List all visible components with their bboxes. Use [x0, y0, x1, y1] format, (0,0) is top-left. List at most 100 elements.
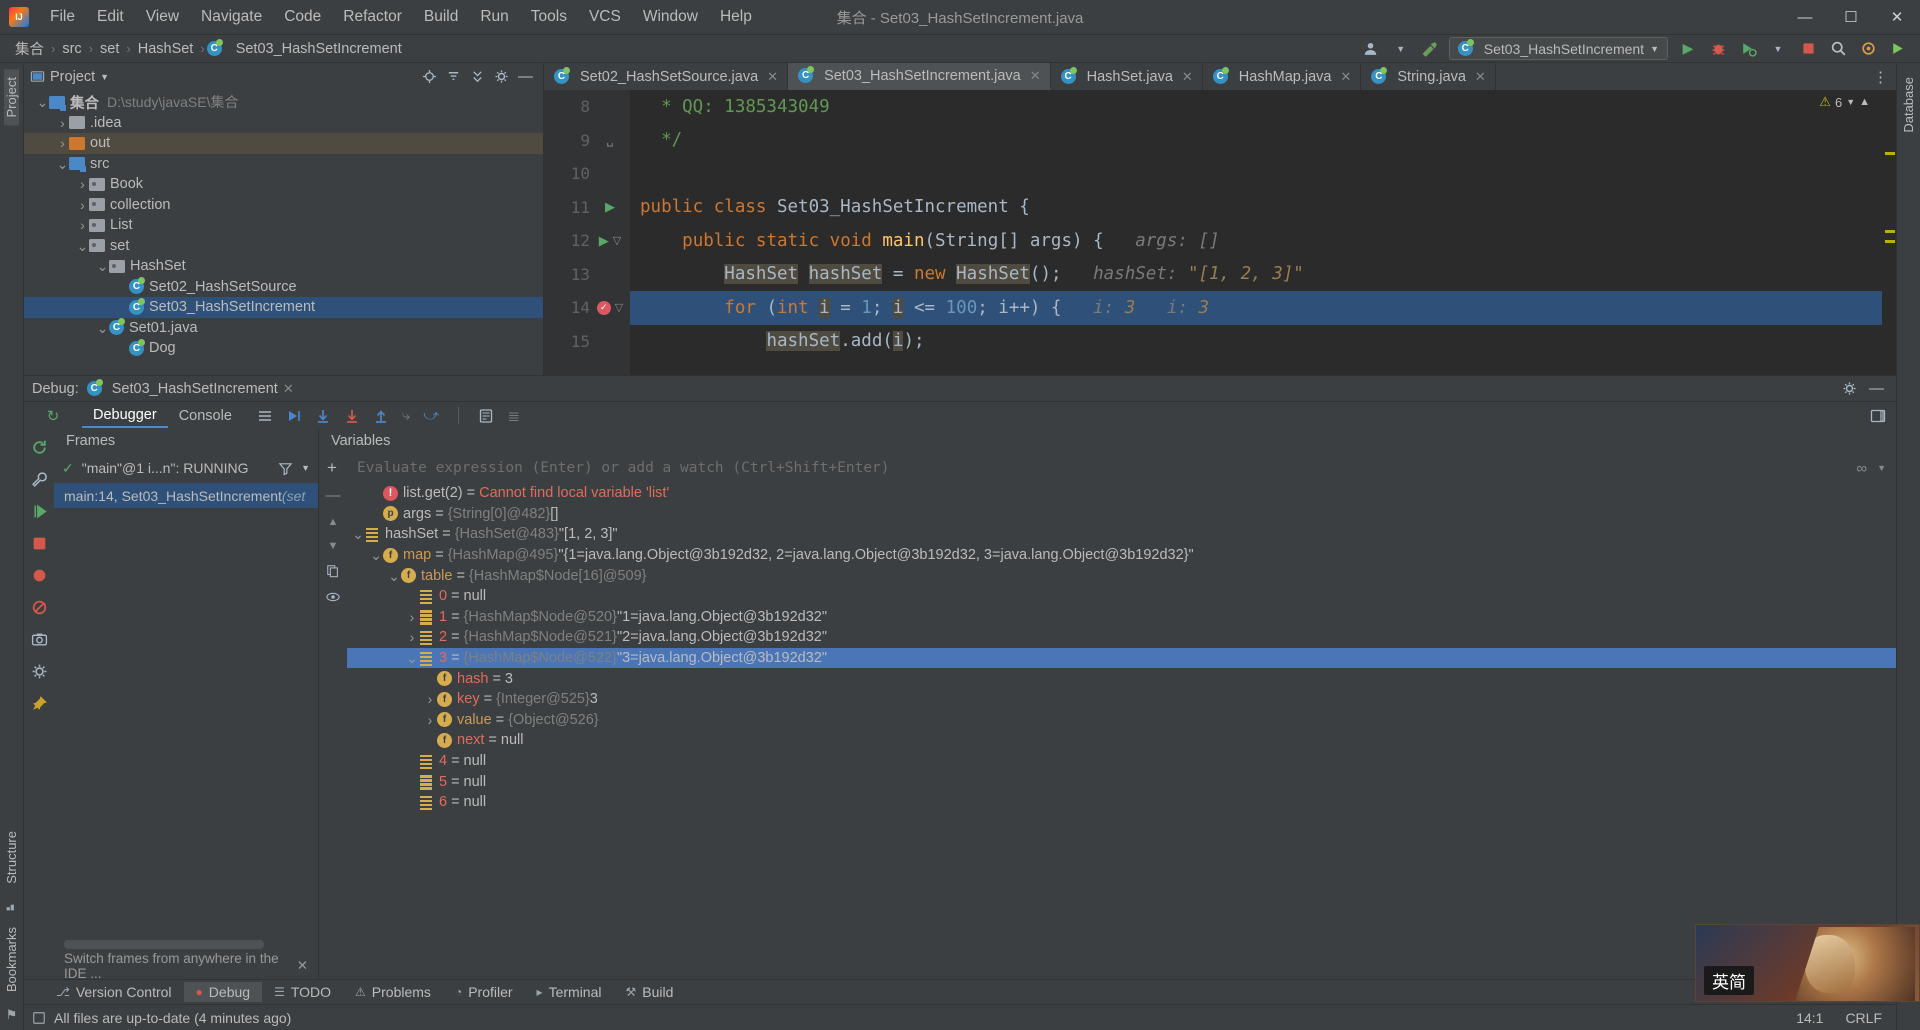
tool-window-tab-terminal[interactable]: ▸ Terminal [525, 982, 614, 1002]
editor-gutter[interactable]: 89␣1011▶12▶▽1314▽15 [544, 90, 630, 375]
fold-open-icon[interactable]: ▽ [613, 234, 621, 247]
tree-node-collection[interactable]: › collection [24, 195, 543, 216]
variable-row[interactable]: › value={Object@526} [347, 710, 1896, 731]
chevron-right-icon[interactable]: › [405, 629, 419, 645]
editor-tabs-menu[interactable]: ⋮ [1865, 63, 1896, 90]
variable-row[interactable]: next=null [347, 730, 1896, 751]
variable-row[interactable]: hash=3 [347, 668, 1896, 689]
gear-icon[interactable] [1842, 381, 1857, 396]
caret-position[interactable]: 14:1 [1796, 1010, 1823, 1026]
variable-row[interactable]: › 2 = {HashMap$Node@521} "2=java.lang.Objec… [347, 627, 1896, 648]
tree-node-set03-hashsetincrement[interactable]: Set03_HashSetIncrement [24, 297, 543, 318]
mute-breakpoints-icon[interactable] [31, 599, 48, 616]
chevron-down-icon[interactable]: ▼ [1877, 463, 1886, 473]
close-icon[interactable]: ✕ [1874, 0, 1920, 34]
sidebar-item-project[interactable]: Project [4, 69, 19, 126]
code-line-11[interactable]: public class Set03_HashSetIncrement { [630, 191, 1882, 225]
editor-tab-1[interactable]: Set03_HashSetIncrement.java ✕ [788, 63, 1051, 90]
fold-end-icon[interactable]: ␣ [607, 134, 614, 147]
menu-item-window[interactable]: Window [632, 4, 709, 30]
gutter-line-8[interactable]: 8 [544, 90, 630, 124]
gutter-icons[interactable]: ▶ [590, 199, 630, 215]
tree-node-book[interactable]: › Book [24, 174, 543, 195]
rerun-debug-icon[interactable] [31, 439, 48, 456]
expand-all-icon[interactable] [470, 69, 485, 84]
chevron-up-icon[interactable]: ▲ [1859, 96, 1870, 108]
minimize-icon[interactable]: — [1782, 0, 1828, 34]
gutter-icons[interactable]: ␣ [590, 134, 630, 147]
breakpoint-icon[interactable] [596, 300, 611, 315]
tree-node-out[interactable]: › out [24, 133, 543, 154]
remove-watch-icon[interactable]: — [326, 487, 341, 504]
settings-icon[interactable] [1856, 38, 1880, 60]
sidebar-item-structure[interactable]: Structure [4, 823, 19, 892]
stop-icon[interactable] [1796, 38, 1820, 60]
wrench-icon[interactable] [31, 471, 48, 488]
gutter-line-11[interactable]: 11 ▶ [544, 191, 630, 225]
layout-settings-icon[interactable] [257, 408, 273, 424]
editor-tab-4[interactable]: String.java ✕ [1361, 63, 1496, 90]
editor-lines[interactable]: * QQ: 1385343049 */ public class Set03_Ha… [630, 90, 1882, 375]
frames-horizontal-scrollbar[interactable] [64, 940, 264, 949]
rerun-icon[interactable]: ↻ [47, 407, 60, 425]
run-to-cursor-icon[interactable]: ⤻ [423, 407, 439, 424]
add-watch-icon[interactable]: + [323, 458, 341, 478]
menu-item-build[interactable]: Build [413, 4, 469, 30]
collapse-all-icon[interactable] [446, 69, 461, 84]
restore-layout-icon[interactable] [1870, 408, 1886, 424]
chevron-down-icon[interactable]: ▼ [301, 463, 310, 473]
tool-window-tab-debug[interactable]: ● Debug [183, 982, 263, 1002]
close-icon[interactable]: ✕ [767, 69, 778, 85]
chevron-right-icon[interactable]: › [76, 176, 89, 192]
resume-program-icon[interactable] [31, 503, 48, 520]
line-separator[interactable]: CRLF [1845, 1010, 1882, 1026]
chevron-down-icon[interactable]: ⌄ [369, 548, 383, 562]
code-editor[interactable]: 89␣1011▶12▶▽1314▽15 * QQ: 1385343049 */p… [544, 90, 1896, 375]
chevron-right-icon[interactable]: › [76, 197, 89, 213]
chevron-down-icon[interactable]: ⌄ [387, 569, 401, 583]
gutter-line-15[interactable]: 15 [544, 325, 630, 359]
project-tree[interactable]: ⌄ 集合 D:\study\javaSE\集合 › .idea › out ⌄ src › Book… [24, 90, 543, 375]
close-icon[interactable]: ✕ [1182, 69, 1193, 85]
fold-open-icon[interactable]: ▽ [615, 301, 623, 314]
evaluate-expression-icon[interactable] [478, 408, 494, 424]
variable-row[interactable]: ⌄ table={HashMap$Node[16]@509} [347, 565, 1896, 586]
menu-item-run[interactable]: Run [469, 4, 519, 30]
hammer-icon[interactable] [1419, 38, 1443, 60]
run-configuration-selector[interactable]: Set03_HashSetIncrement ▼ [1448, 37, 1668, 60]
editor-tab-2[interactable]: HashSet.java ✕ [1051, 63, 1203, 90]
updates-icon[interactable] [1886, 38, 1910, 60]
code-line-14[interactable]: for (int i = 1; i <= 100; i++) { i: 3 i:… [630, 291, 1882, 325]
tree-node-hashset[interactable]: ⌄ HashSet [24, 256, 543, 277]
debugger-tab-debugger[interactable]: Debugger [82, 404, 168, 428]
variable-row[interactable]: › key={Integer@525} 3 [347, 689, 1896, 710]
menu-item-navigate[interactable]: Navigate [190, 4, 273, 30]
variable-row[interactable]: 5 = null [347, 771, 1896, 792]
variable-row[interactable]: list.get(2)=Cannot find local variable '… [347, 483, 1896, 504]
sort-variables-icon[interactable]: ≣ [507, 407, 520, 425]
tree-node--idea[interactable]: › .idea [24, 113, 543, 134]
chevron-down-icon[interactable]: ▼ [1766, 38, 1790, 60]
user-icon[interactable] [1359, 38, 1383, 60]
frame-row[interactable]: main:14, Set03_HashSetIncrement (set [54, 483, 318, 508]
tool-window-tab-build[interactable]: ⚒ Build [613, 982, 685, 1002]
code-line-9[interactable]: */ [630, 124, 1882, 158]
step-into-icon[interactable] [344, 408, 360, 424]
variable-row[interactable]: › 1 = {HashMap$Node@520} "1=java.lang.Objec… [347, 607, 1896, 628]
variable-row[interactable]: ⌄ 3 = {HashMap$Node@522} "3=java.lang.Objec… [347, 647, 1896, 669]
link-icon[interactable]: ∞ [1856, 460, 1867, 477]
editor-tab-3[interactable]: HashMap.java ✕ [1203, 63, 1362, 90]
sidebar-item-bookmarks[interactable]: Bookmarks [4, 919, 19, 1000]
chevron-down-icon[interactable]: ⌄ [405, 651, 419, 665]
chevron-right-icon[interactable]: › [76, 217, 89, 233]
gutter-icons[interactable]: ▶ ▽ [590, 233, 630, 249]
debug-icon[interactable] [1706, 38, 1730, 60]
gutter-line-14[interactable]: 14 ▽ [544, 291, 630, 325]
menu-item-tools[interactable]: Tools [520, 4, 578, 30]
code-line-8[interactable]: * QQ: 1385343049 [630, 90, 1882, 124]
ime-mode-label[interactable]: 英简 [1704, 966, 1754, 995]
chevron-right-icon[interactable]: › [56, 135, 69, 151]
tree-node--[interactable]: ⌄ 集合 D:\study\javaSE\集合 [24, 92, 543, 113]
variable-row[interactable]: args={String[0]@482} [] [347, 504, 1896, 525]
breadcrumb-item-3[interactable]: HashSet [133, 40, 199, 58]
